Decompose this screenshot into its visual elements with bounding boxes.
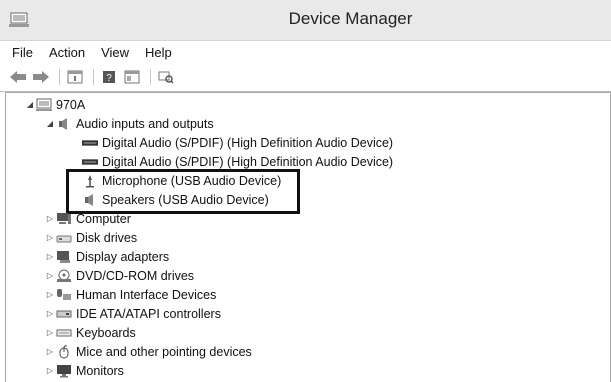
dvd-drive-icon	[56, 269, 72, 283]
tree-node-mice[interactable]: ▷ Mice and other pointing devices	[44, 342, 252, 361]
mouse-icon	[56, 344, 72, 359]
back-arrow-icon	[10, 71, 26, 83]
forward-arrow-icon	[33, 71, 49, 83]
computer-icon	[56, 212, 72, 226]
tree-node-label: IDE ATA/ATAPI controllers	[76, 306, 221, 321]
audio-device-icon	[82, 136, 98, 150]
menu-bar: File Action View Help	[0, 41, 611, 63]
back-button[interactable]	[8, 68, 28, 86]
expand-arrow-icon[interactable]: ▷	[44, 285, 56, 304]
svg-text:?: ?	[106, 73, 112, 84]
tree-node-disk-drives[interactable]: ▷ Disk drives	[44, 228, 137, 247]
tree-node-label: Mice and other pointing devices	[76, 344, 252, 359]
collapse-arrow-icon[interactable]: ◢	[44, 114, 56, 133]
tree-node-computer[interactable]: ▷ Computer	[44, 209, 131, 228]
window-title: Device Manager	[288, 9, 413, 28]
tree-node-label: DVD/CD-ROM drives	[76, 268, 195, 283]
tree-node-label: Computer	[76, 211, 131, 226]
scan-hardware-button[interactable]	[156, 68, 176, 86]
tree-leaf-label: Digital Audio (S/PDIF) (High Definition …	[102, 154, 394, 169]
toolbar-separator	[59, 69, 60, 85]
console-tree-icon	[124, 70, 140, 84]
expand-arrow-icon[interactable]: ▷	[44, 209, 56, 228]
keyboard-icon	[56, 326, 72, 340]
tree-node-label: Disk drives	[76, 230, 138, 245]
expand-arrow-icon[interactable]: ▷	[44, 342, 56, 361]
tree-node-root[interactable]: ◢ 970A	[24, 95, 85, 114]
help-icon: ?	[103, 71, 115, 84]
tree-root-label: 970A	[56, 97, 86, 112]
toolbar-separator	[93, 69, 94, 85]
properties-icon	[67, 70, 83, 84]
forward-button[interactable]	[31, 68, 51, 86]
device-manager-window: Device Manager File Action View Help ? ◢…	[0, 0, 611, 382]
tree-node-label: Keyboards	[76, 325, 136, 340]
scan-hardware-icon	[158, 71, 174, 84]
tree-node-dvd-drives[interactable]: ▷ DVD/CD-ROM drives	[44, 266, 194, 285]
tree-node-monitors[interactable]: ▷ Monitors	[44, 361, 124, 380]
expand-arrow-icon[interactable]: ▷	[44, 266, 56, 285]
expand-arrow-icon[interactable]: ▷	[44, 228, 56, 247]
expand-arrow-icon[interactable]: ▷	[44, 361, 56, 380]
toolbar: ?	[0, 63, 611, 92]
speaker-icon	[56, 117, 72, 131]
help-button[interactable]: ?	[99, 68, 119, 86]
device-tree: ◢ 970A ◢ Audio inputs and outputs Digita…	[5, 92, 611, 382]
menu-file[interactable]: File	[12, 45, 33, 60]
tree-node-label: Display adapters	[76, 249, 170, 264]
tree-node-label: Audio inputs and outputs	[76, 116, 214, 131]
menu-view[interactable]: View	[101, 45, 129, 60]
tree-node-label: Human Interface Devices	[76, 287, 217, 302]
tree-node-keyboards[interactable]: ▷ Keyboards	[44, 323, 136, 342]
tree-node-label: Monitors	[76, 363, 124, 378]
menu-help[interactable]: Help	[145, 45, 172, 60]
tree-node-display-adapters[interactable]: ▷ Display adapters	[44, 247, 169, 266]
display-adapter-icon	[56, 250, 72, 264]
console-tree-button[interactable]	[122, 68, 142, 86]
disk-drive-icon	[56, 231, 72, 245]
ide-controller-icon	[56, 307, 72, 321]
human-interface-device-icon	[56, 288, 72, 302]
tree-node-audio[interactable]: ◢ Audio inputs and outputs	[44, 114, 214, 133]
properties-button[interactable]	[65, 68, 85, 86]
computer-icon	[36, 98, 52, 112]
expand-arrow-icon[interactable]: ▷	[44, 323, 56, 342]
title-bar: Device Manager	[0, 0, 611, 41]
expand-arrow-icon[interactable]: ▷	[44, 304, 56, 323]
expand-arrow-icon[interactable]: ▷	[44, 247, 56, 266]
tree-node-ide-controllers[interactable]: ▷ IDE ATA/ATAPI controllers	[44, 304, 221, 323]
collapse-arrow-icon[interactable]: ◢	[24, 95, 36, 114]
tree-leaf-label: Digital Audio (S/PDIF) (High Definition …	[102, 135, 394, 150]
tree-leaf-digital-audio-1[interactable]: Digital Audio (S/PDIF) (High Definition …	[82, 133, 393, 152]
menu-action[interactable]: Action	[49, 45, 85, 60]
monitor-icon	[56, 364, 72, 378]
toolbar-separator	[150, 69, 151, 85]
audio-device-icon	[82, 155, 98, 169]
highlight-box	[66, 169, 300, 214]
tree-node-hid[interactable]: ▷ Human Interface Devices	[44, 285, 216, 304]
